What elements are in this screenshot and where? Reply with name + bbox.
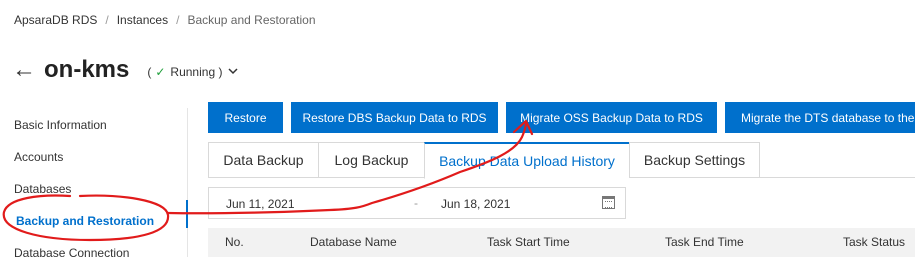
breadcrumb-separator: /	[105, 13, 109, 27]
breadcrumb-apsaradb-rds[interactable]: ApsaraDB RDS	[14, 13, 97, 27]
date-range-separator: -	[414, 196, 418, 210]
sidebar-item-accounts[interactable]: Accounts	[14, 150, 63, 164]
date-end-field[interactable]: Jun 18, 2021	[441, 197, 510, 211]
sidebar-item-database-connection[interactable]: Database Connection	[14, 246, 129, 257]
migrate-dts-database-button[interactable]: Migrate the DTS database to the	[725, 102, 915, 133]
restore-dbs-backup-button[interactable]: Restore DBS Backup Data to RDS	[291, 102, 498, 133]
status-badge[interactable]: ( ✓ Running )	[147, 65, 238, 79]
calendar-icon[interactable]	[602, 196, 615, 209]
status-close-paren: )	[215, 65, 223, 79]
sidebar-item-basic-information[interactable]: Basic Information	[14, 118, 107, 132]
restore-button[interactable]: Restore	[208, 102, 283, 133]
breadcrumb: ApsaraDB RDS / Instances / Backup and Re…	[14, 13, 316, 27]
sidebar-item-databases[interactable]: Databases	[14, 182, 71, 196]
column-header-database-name: Database Name	[310, 235, 397, 249]
action-toolbar: Restore Restore DBS Backup Data to RDS M…	[208, 102, 915, 133]
tab-log-backup[interactable]: Log Backup	[318, 142, 424, 178]
sidebar: Basic Information Accounts Databases Bac…	[0, 108, 188, 257]
column-header-task-status: Task Status	[843, 235, 906, 249]
tab-backup-settings[interactable]: Backup Settings	[629, 142, 760, 178]
migrate-oss-backup-button[interactable]: Migrate OSS Backup Data to RDS	[506, 102, 717, 133]
page-title-row: ← on-kms ( ✓ Running )	[12, 56, 238, 84]
breadcrumb-separator: /	[176, 13, 180, 27]
sidebar-active-indicator	[186, 200, 188, 228]
arrow-left-icon[interactable]: ←	[12, 58, 36, 82]
status-open-paren: (	[147, 65, 152, 79]
date-range-picker[interactable]: Jun 11, 2021 - Jun 18, 2021	[208, 187, 626, 219]
breadcrumb-instances[interactable]: Instances	[117, 13, 168, 27]
tab-backup-data-upload-history[interactable]: Backup Data Upload History	[424, 142, 629, 179]
table-header: No. Database Name Task Start Time Task E…	[208, 228, 915, 257]
status-text: Running	[170, 65, 216, 79]
sidebar-item-backup-and-restoration[interactable]: Backup and Restoration	[16, 214, 154, 228]
chevron-down-icon[interactable]	[228, 66, 238, 78]
tab-data-backup[interactable]: Data Backup	[208, 142, 318, 178]
column-header-task-start-time: Task Start Time	[487, 235, 570, 249]
breadcrumb-current: Backup and Restoration	[187, 13, 316, 27]
check-icon: ✓	[155, 65, 166, 79]
tab-bar: Data Backup Log Backup Backup Data Uploa…	[208, 142, 915, 179]
date-start-field[interactable]: Jun 11, 2021	[226, 197, 295, 211]
page-title: on-kms	[44, 56, 130, 83]
column-header-task-end-time: Task End Time	[665, 235, 744, 249]
column-header-no: No.	[225, 235, 244, 249]
